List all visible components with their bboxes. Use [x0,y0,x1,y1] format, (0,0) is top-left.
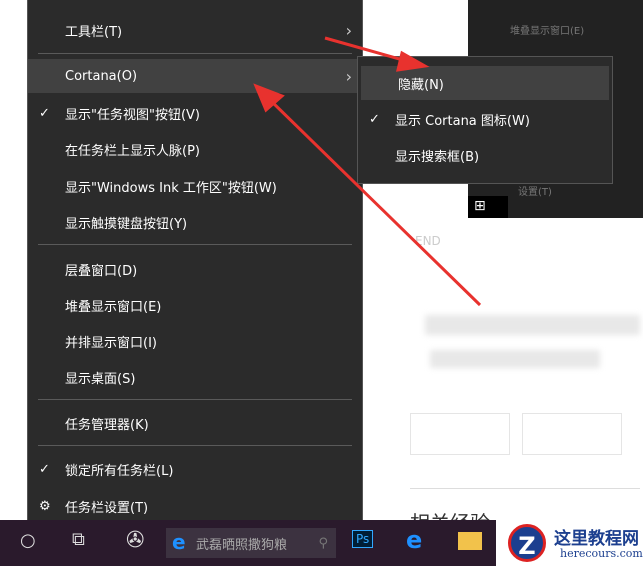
arrow-line [324,36,411,64]
search-icon: ⚲ [318,535,328,551]
watermark-url: herecours.com [560,547,643,560]
cortana-circle-icon[interactable]: ○ [20,530,36,551]
file-explorer-icon[interactable] [458,532,482,550]
watermark-title: 这里教程网 [554,529,639,549]
logo-z-icon: Z [508,524,546,562]
arrowhead [396,50,430,72]
annotation-arrows [253,36,482,307]
task-view-icon[interactable]: ⧉ [72,529,85,550]
edge-icon[interactable]: e [406,526,422,554]
edge-icon: e [172,530,186,554]
watermark-logo: Z 这里教程网 herecours.com [496,520,643,566]
pinwheel-app-icon[interactable]: ✇ [126,528,144,553]
photoshop-icon[interactable]: Ps [352,530,374,548]
search-suggestion: 武磊晒照撒狗粮 [196,537,288,553]
arrow-line [266,96,482,307]
taskbar-search-box[interactable]: e 武磊晒照撒狗粮 ⚲ [166,528,336,558]
